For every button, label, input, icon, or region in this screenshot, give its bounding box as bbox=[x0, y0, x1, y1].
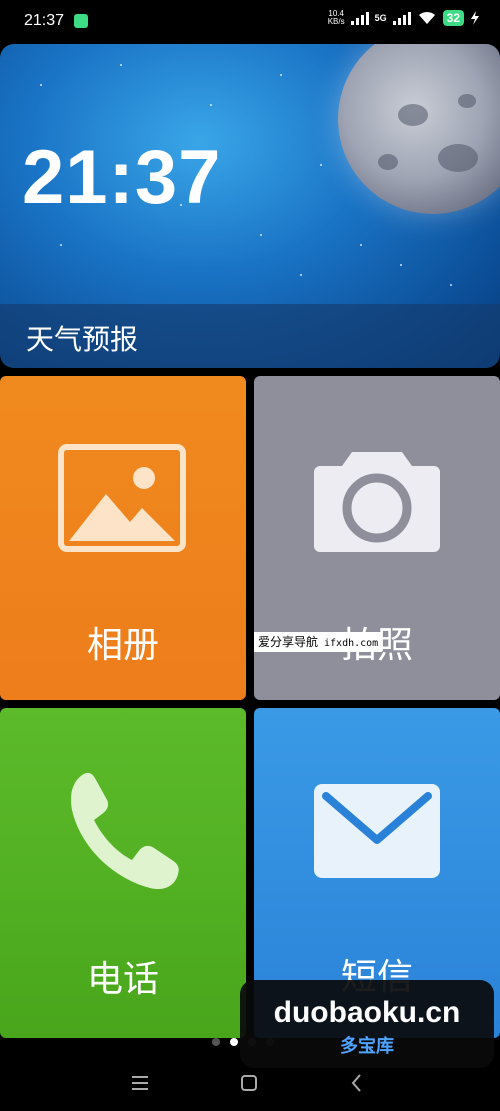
phone-icon bbox=[70, 772, 179, 890]
photo-icon bbox=[58, 444, 186, 552]
page-dot-active bbox=[230, 1038, 238, 1046]
status-bar: 21:37 10.4 KB/s 5G 32 bbox=[0, 0, 500, 42]
watermark-url: ifxdh.com bbox=[324, 638, 379, 649]
watermark-site-cn: 多宝库 bbox=[340, 1036, 394, 1057]
status-icons: 10.4 KB/s 5G 32 bbox=[328, 10, 480, 26]
navigation-bar bbox=[0, 1058, 500, 1111]
status-time: 21:37 bbox=[24, 12, 65, 29]
app-notification-icon bbox=[74, 14, 88, 28]
signal-icon bbox=[350, 11, 369, 25]
battery-badge: 32 bbox=[442, 10, 464, 26]
moon-image bbox=[338, 44, 500, 214]
weather-bar[interactable]: 天气预报 bbox=[0, 304, 500, 368]
watermark-text: 爱分享导航 bbox=[258, 635, 319, 649]
album-tile[interactable]: 相册 bbox=[0, 376, 246, 700]
menu-icon[interactable] bbox=[125, 1068, 155, 1098]
weather-label: 天气预报 bbox=[26, 323, 139, 356]
watermark-site: duobaoku.cn bbox=[273, 996, 461, 1029]
phone-label: 电话 bbox=[86, 959, 159, 1000]
envelope-icon bbox=[314, 784, 440, 878]
signal-2-icon bbox=[392, 11, 411, 25]
network-type: 5G bbox=[374, 13, 387, 23]
back-icon[interactable] bbox=[342, 1068, 372, 1098]
home-icon[interactable] bbox=[234, 1068, 264, 1098]
clock-weather-widget[interactable]: 21:37 天气预报 bbox=[0, 44, 500, 368]
net-speed: 10.4 KB/s bbox=[328, 10, 345, 26]
wifi-icon bbox=[418, 11, 435, 24]
charging-icon bbox=[471, 11, 479, 25]
net-speed-unit: KB/s bbox=[327, 17, 345, 26]
site-watermark: duobaoku.cn 多宝库 bbox=[240, 980, 494, 1068]
clock-time: 21:37 bbox=[22, 135, 222, 220]
album-label: 相册 bbox=[86, 625, 159, 666]
camera-icon bbox=[314, 452, 440, 552]
watermark-strip: 爱分享导航 ifxdh.com bbox=[254, 632, 383, 652]
page-dot bbox=[212, 1038, 220, 1046]
phone-tile[interactable]: 电话 bbox=[0, 708, 246, 1038]
